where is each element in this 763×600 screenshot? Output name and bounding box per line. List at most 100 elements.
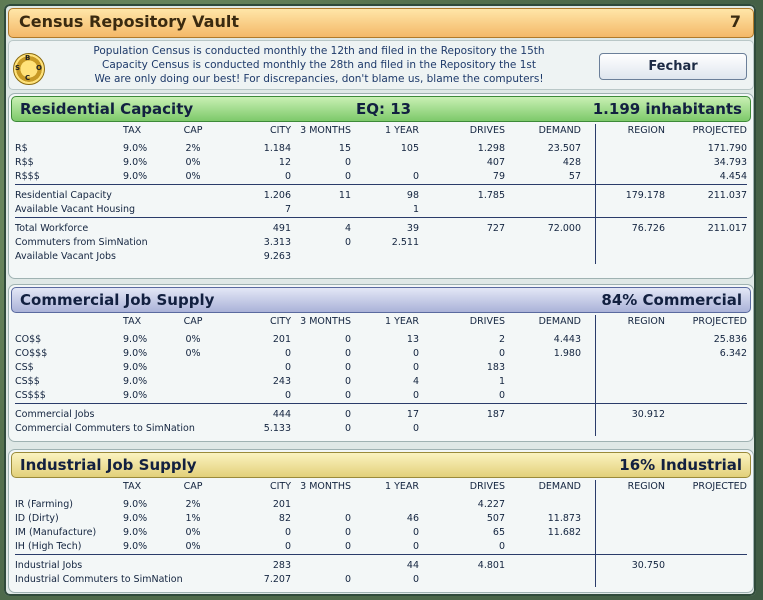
- row-label: Total Workforce: [15, 223, 89, 234]
- row-label: CO$$: [15, 334, 42, 345]
- cell-city: 7.207: [263, 574, 291, 585]
- cell-city: 9.263: [263, 251, 291, 262]
- cell-m3: 11: [338, 190, 351, 201]
- cell-city: 0: [284, 541, 291, 552]
- cell-tax: 9.0%: [123, 143, 148, 154]
- cell-cap: 0%: [185, 541, 201, 552]
- cell-drv: 0: [498, 390, 505, 401]
- cell-city: 1.184: [263, 143, 291, 154]
- cell-city: 7: [284, 204, 291, 215]
- cell-reg: 76.726: [631, 223, 665, 234]
- window-title: Census Repository Vault: [19, 12, 239, 31]
- table-row: CS$$ 9.0% 243 0 4 1: [9, 375, 753, 389]
- cell-tax: 9.0%: [123, 348, 148, 359]
- row-label: Commercial Jobs: [15, 409, 95, 420]
- cell-y1: 0: [412, 541, 419, 552]
- residential-title-bar: Residential Capacity EQ: 13 1.199 inhabi…: [11, 96, 751, 122]
- residential-summary: 1.199 inhabitants: [592, 100, 742, 118]
- cell-dem: 23.507: [547, 143, 581, 154]
- close-button[interactable]: Fechar: [599, 53, 747, 80]
- cell-tax: 9.0%: [123, 541, 148, 552]
- cell-tax: 9.0%: [123, 499, 148, 510]
- column-header-city: CITY: [269, 481, 291, 492]
- cell-y1: 0: [412, 574, 419, 585]
- table-header: TAX CAP CITY 3 MONTHS 1 YEAR DRIVES DEMAND REGI…: [9, 480, 753, 494]
- cell-m3: 0: [344, 574, 351, 585]
- row-label: IH (High Tech): [15, 541, 82, 552]
- row-label: Residential Capacity: [15, 190, 112, 201]
- info-text: Population Census is conducted monthly t…: [93, 45, 545, 85]
- column-header-cap: CAP: [183, 316, 203, 327]
- cell-dem: 57: [568, 171, 581, 182]
- cell-cap: 1%: [185, 513, 201, 524]
- cell-city: 12: [278, 157, 291, 168]
- cell-m3: 0: [344, 527, 351, 538]
- row-label: Commercial Commuters to SimNation: [15, 423, 195, 434]
- cell-m3: 0: [344, 237, 351, 248]
- cell-y1: 1: [412, 204, 419, 215]
- cell-y1: 0: [412, 423, 419, 434]
- cell-cap: 0%: [185, 348, 201, 359]
- column-header-y1: 1 YEAR: [385, 481, 419, 492]
- residential-title: Residential Capacity: [20, 100, 194, 118]
- table-row: IR (Farming) 9.0% 2% 201 4.227: [9, 498, 753, 512]
- column-header-drv: DRIVES: [469, 316, 505, 327]
- row-label: CS$$: [15, 376, 40, 387]
- column-header-cap: CAP: [183, 125, 203, 136]
- table-row: IH (High Tech) 9.0% 0% 0 0 0 0: [9, 540, 753, 554]
- row-label: IR (Farming): [15, 499, 73, 510]
- residential-table: TAX CAP CITY 3 MONTHS 1 YEAR DRIVES DEMAND REGI…: [9, 124, 753, 264]
- column-header-tax: TAX: [123, 316, 142, 327]
- table-row: Total Workforce 491 4 39 727 72.000 76.726 211.…: [9, 222, 753, 236]
- cell-y1: 44: [406, 560, 419, 571]
- cell-prj: 6.342: [719, 348, 747, 359]
- table-row: Available Vacant Jobs 9.263: [9, 250, 753, 264]
- cell-drv: 4.227: [477, 499, 505, 510]
- table-row: Commercial Jobs 444 0 17 187 30.912: [9, 408, 753, 422]
- column-header-cap: CAP: [183, 481, 203, 492]
- row-label: ID (Dirty): [15, 513, 59, 524]
- cell-tax: 9.0%: [123, 171, 148, 182]
- cell-m3: 0: [344, 362, 351, 373]
- table-row: CS$ 9.0% 0 0 0 183: [9, 361, 753, 375]
- commercial-title: Commercial Job Supply: [20, 291, 215, 309]
- cell-city: 0: [284, 390, 291, 401]
- cell-drv: 1: [498, 376, 505, 387]
- column-header-tax: TAX: [123, 481, 142, 492]
- cell-prj: 25.836: [713, 334, 747, 345]
- cell-dem: 11.682: [547, 527, 581, 538]
- cell-prj: 211.037: [707, 190, 747, 201]
- row-label: Commuters from SimNation: [15, 237, 148, 248]
- column-header-dem: DEMAND: [538, 481, 581, 492]
- column-header-reg: REGION: [627, 481, 665, 492]
- cell-drv: 65: [492, 527, 505, 538]
- cell-reg: 30.912: [631, 409, 665, 420]
- cell-prj: 34.793: [713, 157, 747, 168]
- industrial-summary: 16% Industrial: [619, 456, 742, 474]
- cell-m3: 0: [344, 376, 351, 387]
- window-count: 7: [729, 12, 741, 31]
- cell-prj: 211.017: [707, 223, 747, 234]
- info-box: B S C O Population Census is conducted m…: [8, 40, 754, 90]
- cell-drv: 187: [486, 409, 505, 420]
- cell-drv: 4.801: [477, 560, 505, 571]
- cell-city: 3.313: [263, 237, 291, 248]
- column-header-drv: DRIVES: [469, 481, 505, 492]
- column-header-reg: REGION: [627, 125, 665, 136]
- column-header-prj: PROJECTED: [692, 125, 747, 136]
- row-label: CO$$$: [15, 348, 48, 359]
- table-row: IM (Manufacture) 9.0% 0% 0 0 0 65 11.682: [9, 526, 753, 540]
- row-label: R$: [15, 143, 28, 154]
- cell-tax: 9.0%: [123, 390, 148, 401]
- cell-tax: 9.0%: [123, 334, 148, 345]
- cell-drv: 2: [498, 334, 505, 345]
- cell-city: 201: [272, 499, 291, 510]
- cell-y1: 39: [406, 223, 419, 234]
- column-header-city: CITY: [269, 316, 291, 327]
- column-header-prj: PROJECTED: [692, 481, 747, 492]
- cell-prj: 4.454: [719, 171, 747, 182]
- cell-city: 0: [284, 171, 291, 182]
- table-row: Industrial Jobs 283 44 4.801 30.750: [9, 559, 753, 573]
- cell-city: 444: [272, 409, 291, 420]
- row-label: CS$$$: [15, 390, 46, 401]
